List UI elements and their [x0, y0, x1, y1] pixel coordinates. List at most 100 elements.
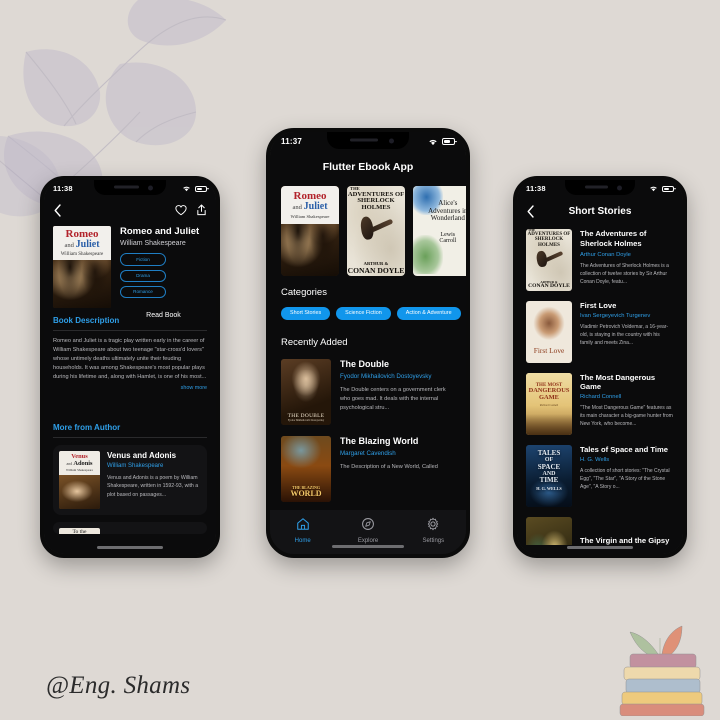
list-item-title: The Virgin and the Gipsy [580, 536, 670, 545]
nav-item-settings[interactable]: Settings [401, 517, 466, 544]
recent-book-author: Margaret Cavendish [340, 450, 396, 457]
phone-left: 11:38 Romeo and Juliet William Shakespea… [40, 176, 220, 558]
pipe-illustration-icon [534, 248, 564, 268]
list-item[interactable]: THE MOST DANGEROUS GAME Richard Connell … [526, 373, 674, 435]
status-time: 11:37 [281, 137, 303, 146]
featured-cover-sherlock[interactable]: THE ADVENTURES OF SHERLOCK HOLMES ARTHUR… [347, 186, 405, 276]
book-cover-tales-space-time[interactable]: TALES OF SPACE AND TIME H. G. WELLS [526, 445, 572, 507]
list-item-desc: "The Most Dangerous Game" features as it… [580, 405, 673, 427]
list-item[interactable]: First Love First Love Ivan Sergeyevich T… [526, 301, 674, 363]
cover-line-3: SHERLOCK HOLMES [534, 237, 564, 248]
cover-label-3: GAME [539, 394, 559, 402]
nav-label-explore: Explore [357, 538, 379, 544]
cover-line-3: Wonderland [430, 213, 465, 222]
genre-chip-romance[interactable]: Romance [120, 285, 166, 298]
wifi-icon [650, 186, 657, 192]
home-indicator [567, 546, 633, 549]
short-stories-list[interactable]: THE ADVENTURES OF SHERLOCK HOLMES ARTHUR… [526, 229, 674, 545]
book-cover-most-dangerous-game[interactable]: THE MOST DANGEROUS GAME Richard Connell [526, 373, 572, 435]
author-book-row-partial[interactable]: To the [53, 522, 207, 534]
book-cover-to-the[interactable]: To the [59, 528, 100, 534]
cover-label-5: TIME [539, 476, 559, 485]
author-book-desc: Venus and Adonis is a poem by William Sh… [107, 475, 199, 498]
cover-bottom-2: CONAN DOYLE [347, 265, 405, 275]
list-item-desc: The Adventures of Sherlock Holmes is a c… [580, 262, 669, 285]
book-cover-venus-adonis[interactable]: Venus and Adonis William Shakespeare [59, 451, 100, 509]
list-item-author: H. G. Wells [580, 457, 610, 463]
heart-icon[interactable] [175, 204, 187, 216]
recently-added-heading: Recently Added [281, 337, 348, 348]
book-title: Romeo and Juliet [120, 226, 200, 237]
categories-heading: Categories [281, 287, 327, 298]
cover-title-and: and [66, 461, 73, 467]
cover-title-and: and [292, 203, 302, 211]
featured-carousel[interactable]: Romeo and Juliet William Shakespeare THE… [281, 186, 466, 276]
show-more-button[interactable]: show more [53, 385, 207, 391]
cover-title-block: Alice's Adventures in Wonderland Lewis C… [427, 200, 466, 245]
gear-icon [428, 517, 439, 531]
compass-icon [362, 518, 374, 530]
nav-item-home[interactable]: Home [270, 517, 335, 544]
cover-title-line1: To the [72, 529, 87, 534]
category-chip-science-fiction[interactable]: Science Fiction [336, 307, 391, 320]
page-title: Short Stories [568, 205, 632, 217]
category-chip-action-adventure[interactable]: Action & Adventure [396, 307, 461, 320]
author-book-row[interactable]: Venus and Adonis William Shakespeare Ven… [53, 445, 207, 515]
phone-center-screen: 11:37 Flutter Ebook App Romeo and Juliet… [270, 132, 466, 554]
book-cover-sherlock[interactable]: THE ADVENTURES OF SHERLOCK HOLMES ARTHUR… [526, 229, 572, 291]
book-cover-romeo-juliet[interactable]: Romeo and Juliet William Shakespeare [53, 226, 111, 308]
list-item-partial[interactable]: The Virgin and the Gipsy [526, 517, 674, 545]
list-item[interactable]: TALES OF SPACE AND TIME H. G. WELLS Tale… [526, 445, 674, 507]
featured-cover-alice[interactable]: Alice's Adventures in Wonderland Lewis C… [413, 186, 466, 276]
author-book-author: William Shakespeare [107, 463, 164, 469]
more-from-author-heading: More from Author [53, 423, 121, 432]
cover-label-3: SPACE [537, 462, 561, 471]
book-cover-virgin-gipsy[interactable] [526, 517, 572, 545]
battery-icon [442, 138, 455, 145]
book-cover-blazing-world[interactable]: THE BLAZING WORLD [281, 436, 331, 502]
list-item[interactable]: THE ADVENTURES OF SHERLOCK HOLMES ARTHUR… [526, 229, 674, 291]
book-author: William Shakespeare [120, 240, 186, 248]
recent-book-row[interactable]: THE BLAZING WORLD The Blazing World Marg… [281, 436, 455, 502]
list-item-author: Richard Connell [580, 394, 622, 400]
cover-label-2: WORLD [290, 489, 322, 499]
watermark: @Eng. Shams [46, 672, 191, 699]
genre-chip-drama[interactable]: Drama [120, 269, 166, 282]
list-item-author: Arthur Conan Doyle [580, 251, 631, 258]
genre-chip-fiction[interactable]: Fiction [120, 253, 166, 266]
phone-right-screen: 11:38 Short Stories THE ADVENTURES OF SH… [517, 180, 683, 554]
recent-book-row[interactable]: THE DOUBLE Fyodor Mikhailovich Dostoyevs… [281, 359, 455, 425]
cover-title-block: THE BLAZING WORLD [281, 486, 331, 498]
home-icon [296, 518, 309, 530]
wifi-icon [429, 139, 437, 145]
phone-right: 11:38 Short Stories THE ADVENTURES OF SH… [513, 176, 687, 558]
appbar-right: Short Stories [517, 199, 683, 223]
author-book-title: Venus and Adonis [107, 451, 177, 460]
cover-title-block: First Love [526, 341, 572, 357]
category-chip-short-stories[interactable]: Short Stories [281, 307, 331, 320]
list-item-title: The Most Dangerous Game [580, 373, 656, 391]
recent-book-desc: The Double centers on a government clerk… [340, 387, 446, 411]
divider [53, 330, 207, 331]
cover-author: William Shakespeare [60, 252, 104, 258]
nav-label-settings: Settings [422, 538, 445, 544]
cover-title-block: THE ADVENTURES OF SHERLOCK HOLMES [347, 186, 405, 213]
home-indicator [332, 544, 404, 548]
cover-title-block: THE ADVENTURES OF SHERLOCK HOLMES [526, 229, 572, 248]
cover-label-2: Fyodor Mikhailovich Dostoyevsky [287, 418, 325, 422]
featured-cover-romeo-juliet[interactable]: Romeo and Juliet William Shakespeare [281, 186, 339, 276]
nav-item-explore[interactable]: Explore [335, 517, 400, 544]
chevron-left-icon[interactable] [53, 203, 63, 217]
share-icon[interactable] [196, 204, 207, 216]
book-cover-the-double[interactable]: THE DOUBLE Fyodor Mikhailovich Dostoyevs… [281, 359, 331, 425]
notch [94, 180, 166, 195]
book-cover-first-love[interactable]: First Love [526, 301, 572, 363]
cover-title-block: Romeo and Juliet William Shakespeare [53, 226, 111, 261]
cover-bottom-block: ARTHUR & CONAN DOYLE [526, 280, 572, 290]
cover-title-line2: Adonis [73, 460, 93, 468]
cover-title-line2: Juliet [75, 239, 100, 251]
recent-book-title: The Blazing World [340, 436, 419, 446]
battery-icon [195, 185, 207, 192]
cover-line-3: SHERLOCK HOLMES [357, 197, 395, 212]
cover-label-1: First Love [533, 345, 565, 355]
